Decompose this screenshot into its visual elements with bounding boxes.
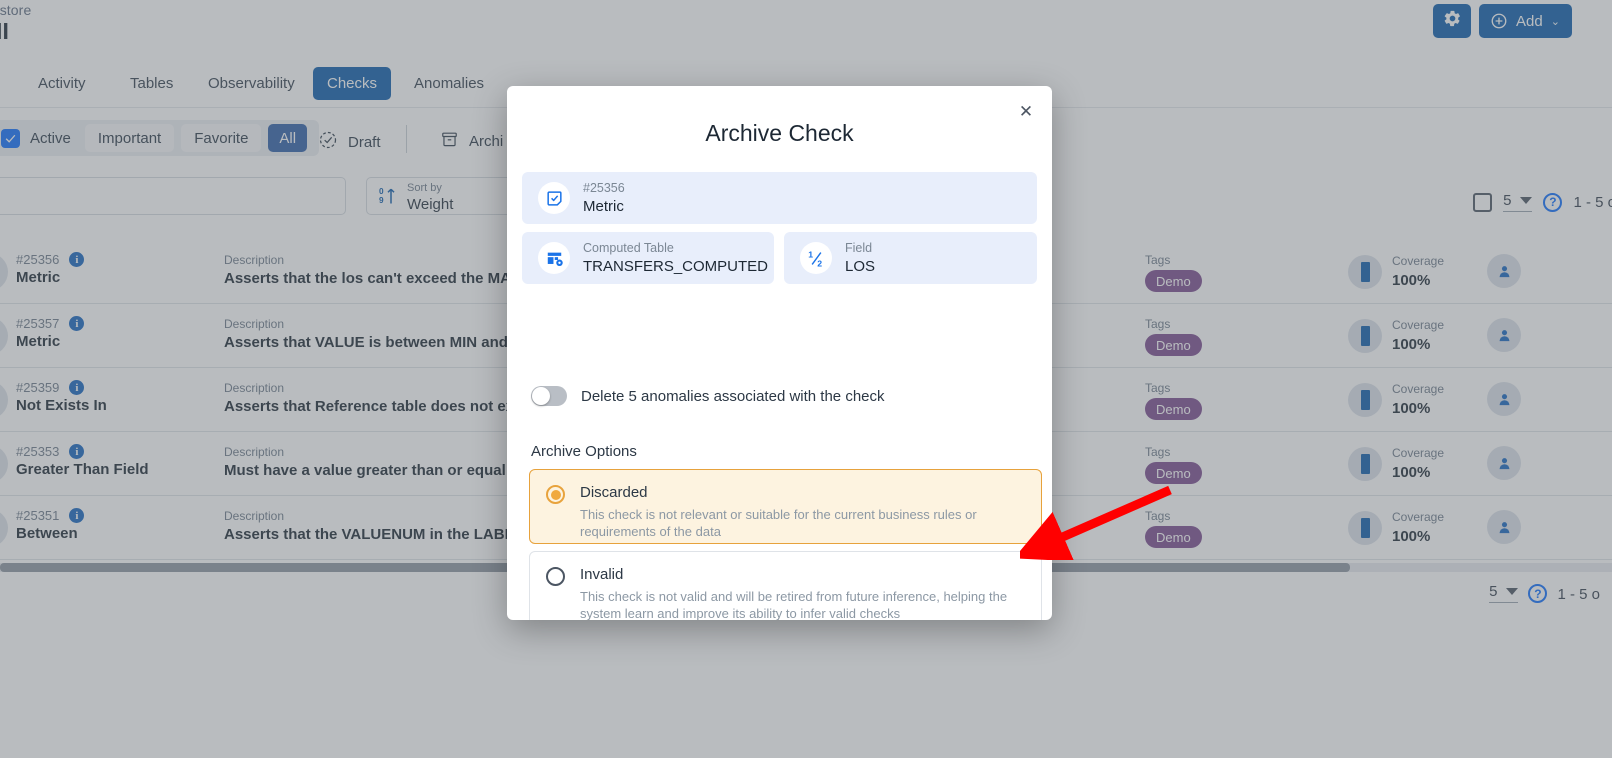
check-square-icon [538,182,570,214]
option-description: This check is not relevant or suitable f… [580,507,977,539]
check-type: Metric [583,198,624,215]
field-label: Field [845,241,873,255]
computed-table-label: Computed Table [583,241,674,255]
option-title: Invalid [580,566,624,583]
radio-invalid[interactable] [546,567,565,586]
screen: rce Datastore MIC III Add ⌄ [0,0,1612,758]
svg-text:1: 1 [808,249,813,259]
archive-check-dialog: ✕ Archive Check #25356 Metric Computed T… [507,86,1052,620]
table-settings-icon [538,242,570,274]
field-card: 1 2 Field LOS [784,232,1037,284]
svg-text:2: 2 [817,258,822,268]
computed-table-value: TRANSFERS_COMPUTED [583,258,769,275]
delete-anomalies-toggle[interactable] [531,386,567,406]
archive-options-title: Archive Options [531,443,637,460]
option-description: This check is not valid and will be reti… [580,589,1008,620]
radio-discarded[interactable] [546,485,565,504]
computed-table-card: Computed Table TRANSFERS_COMPUTED [522,232,774,284]
check-id: #25356 [583,181,625,195]
delete-anomalies-row[interactable]: Delete 5 anomalies associated with the c… [531,386,885,406]
check-summary-card: #25356 Metric [522,172,1037,224]
dialog-title: Archive Check [705,120,854,146]
archive-option-invalid[interactable]: Invalid This check is not valid and will… [529,551,1042,620]
fraction-half-icon: 1 2 [800,242,832,274]
archive-option-discarded[interactable]: Discarded This check is not relevant or … [529,469,1042,544]
delete-anomalies-label: Delete 5 anomalies associated with the c… [581,387,885,405]
option-title: Discarded [580,484,648,501]
field-value: LOS [845,258,876,275]
close-icon[interactable]: ✕ [1015,100,1037,122]
